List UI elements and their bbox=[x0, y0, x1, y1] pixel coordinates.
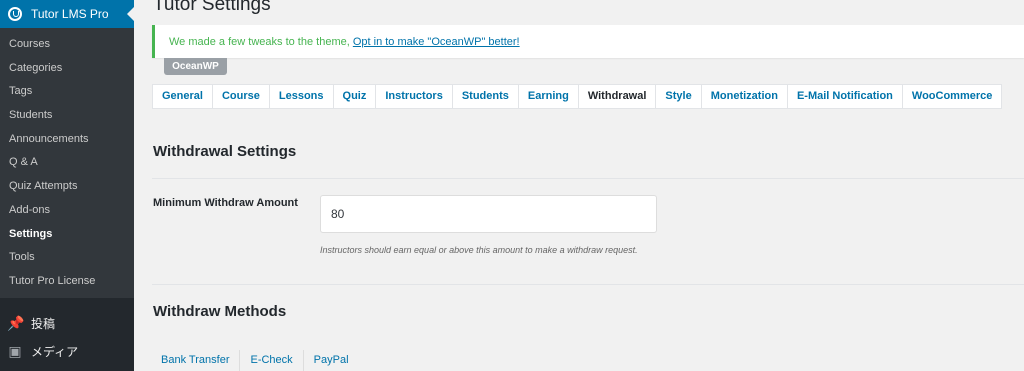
tab-style[interactable]: Style bbox=[656, 85, 702, 108]
sidebar-item-quiz-attempts[interactable]: Quiz Attempts bbox=[9, 180, 77, 192]
method-paypal[interactable]: PayPal bbox=[304, 350, 359, 371]
min-withdraw-help-text: Instructors should earn equal or above t… bbox=[320, 245, 638, 255]
sidebar-item-label: 投稿 bbox=[31, 316, 56, 331]
tab-withdrawal[interactable]: Withdrawal bbox=[579, 85, 657, 108]
tab-course[interactable]: Course bbox=[213, 85, 270, 108]
page-title: Tutor Settings bbox=[153, 0, 271, 15]
current-menu-arrow-icon bbox=[127, 7, 134, 21]
sidebar-item-students[interactable]: Students bbox=[9, 109, 52, 121]
divider bbox=[152, 178, 1024, 179]
withdrawal-settings-heading: Withdrawal Settings bbox=[153, 143, 297, 160]
method-e-check[interactable]: E-Check bbox=[240, 350, 304, 371]
tab-woocommerce[interactable]: WooCommerce bbox=[903, 85, 1001, 108]
sidebar-item-tags[interactable]: Tags bbox=[9, 85, 32, 97]
withdraw-methods-heading: Withdraw Methods bbox=[153, 303, 287, 320]
tutor-logo-icon bbox=[8, 7, 22, 21]
pin-icon: 📌 bbox=[7, 315, 25, 331]
sidebar-item-q-and-a[interactable]: Q & A bbox=[9, 156, 38, 168]
settings-tabs: General Course Lessons Quiz Instructors … bbox=[152, 84, 1003, 109]
tab-instructors[interactable]: Instructors bbox=[376, 85, 453, 108]
tab-lessons[interactable]: Lessons bbox=[270, 85, 334, 108]
tab-monetization[interactable]: Monetization bbox=[702, 85, 788, 108]
sidebar-item-tutor-lms-pro[interactable]: Tutor LMS Pro bbox=[0, 0, 134, 28]
sidebar-app-title: Tutor LMS Pro bbox=[31, 7, 109, 21]
sidebar-item-label: メディア bbox=[31, 344, 79, 359]
sidebar-item-tutor-pro-license[interactable]: Tutor Pro License bbox=[9, 275, 95, 287]
tab-email-notification[interactable]: E-Mail Notification bbox=[788, 85, 903, 108]
withdraw-methods-tabs: Bank Transfer E-Check PayPal bbox=[152, 350, 359, 371]
sidebar-item-courses[interactable]: Courses bbox=[9, 38, 50, 50]
admin-sidebar: Tutor LMS Pro Courses Categories Tags St… bbox=[0, 0, 134, 371]
divider bbox=[152, 284, 1024, 285]
sidebar-item-tools[interactable]: Tools bbox=[9, 251, 35, 263]
sidebar-item-add-ons[interactable]: Add-ons bbox=[9, 204, 50, 216]
theme-notice: We made a few tweaks to the theme, Opt i… bbox=[152, 25, 1024, 58]
theme-badge: OceanWP bbox=[164, 58, 227, 75]
sidebar-submenu: Courses Categories Tags Students Announc… bbox=[0, 28, 134, 298]
notice-message: We made a few tweaks to the theme, bbox=[169, 36, 353, 48]
min-withdraw-input[interactable] bbox=[320, 195, 657, 233]
notice-text: We made a few tweaks to the theme, Opt i… bbox=[169, 36, 520, 48]
media-icon: ▣ bbox=[8, 343, 22, 359]
tab-general[interactable]: General bbox=[153, 85, 213, 108]
tab-quiz[interactable]: Quiz bbox=[334, 85, 377, 108]
sidebar-item-posts[interactable]: 📌 投稿 bbox=[0, 310, 134, 336]
min-withdraw-label: Minimum Withdraw Amount bbox=[153, 197, 298, 209]
sidebar-item-announcements[interactable]: Announcements bbox=[9, 133, 89, 145]
method-bank-transfer[interactable]: Bank Transfer bbox=[152, 350, 241, 371]
sidebar-item-settings[interactable]: Settings bbox=[9, 228, 52, 240]
sidebar-item-categories[interactable]: Categories bbox=[9, 62, 62, 74]
tab-students[interactable]: Students bbox=[453, 85, 519, 108]
tab-earning[interactable]: Earning bbox=[519, 85, 579, 108]
opt-in-link[interactable]: Opt in to make "OceanWP" better! bbox=[353, 36, 520, 48]
sidebar-item-media[interactable]: ▣ メディア bbox=[0, 338, 134, 364]
